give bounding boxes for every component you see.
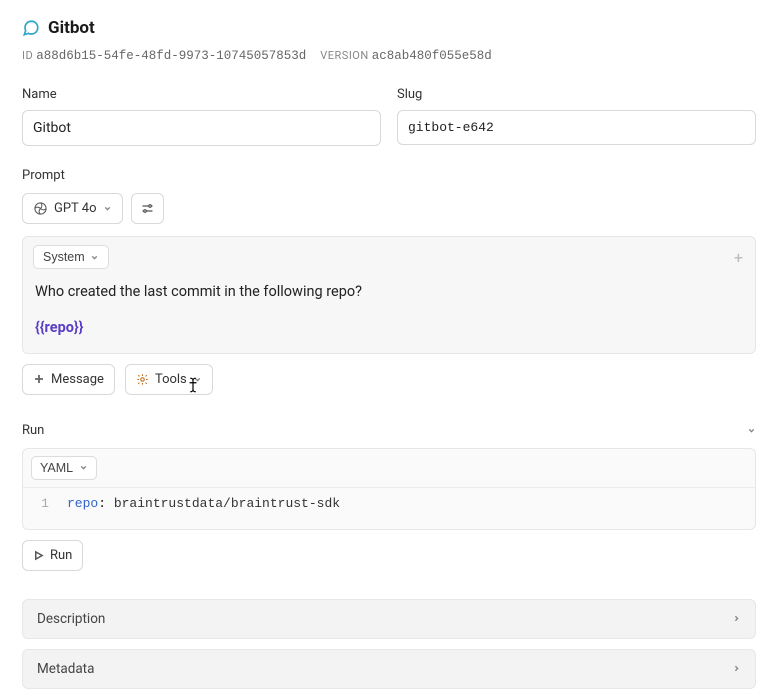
id-value: a88d6b15-54fe-48fd-9973-10745057853d [36, 49, 306, 63]
code-sep: : [98, 496, 114, 511]
model-select[interactable]: GPT 4o [22, 193, 123, 224]
model-label: GPT 4o [54, 201, 97, 216]
openai-icon [33, 201, 48, 216]
line-number: 1 [23, 496, 67, 511]
page-header: Gitbot [22, 18, 756, 38]
role-select[interactable]: System [33, 245, 109, 269]
code-editor[interactable]: 1 repo: braintrustdata/braintrust-sdk [23, 488, 755, 529]
role-label: System [43, 250, 85, 264]
description-label: Description [37, 611, 105, 627]
slug-input[interactable] [397, 110, 756, 145]
prompt-template-var: {{repo}} [35, 317, 743, 339]
add-message-label: Message [51, 372, 104, 387]
run-button[interactable]: Run [22, 540, 83, 571]
prompt-textarea[interactable]: Who created the last commit in the follo… [23, 277, 755, 353]
tools-button[interactable]: Tools [125, 364, 213, 395]
meta-row: ID a88d6b15-54fe-48fd-9973-10745057853d … [22, 48, 756, 63]
play-icon [33, 550, 44, 561]
metadata-accordion[interactable]: Metadata [22, 649, 756, 689]
add-message-button[interactable]: Message [22, 364, 115, 395]
chevron-down-icon [193, 375, 202, 384]
prompt-settings-button[interactable] [131, 193, 164, 224]
id-label: ID [22, 49, 33, 62]
gear-icon [136, 373, 149, 386]
language-select[interactable]: YAML [31, 456, 97, 480]
name-slug-row: Name Slug [22, 87, 756, 146]
code-key: repo [67, 496, 98, 511]
prompt-section: Prompt GPT 4o System [22, 168, 756, 395]
plus-icon [33, 373, 45, 385]
prompt-body: System + Who created the last commit in … [22, 236, 756, 354]
code-value: braintrustdata/braintrust-sdk [114, 496, 340, 511]
add-block-button[interactable]: + [734, 248, 745, 267]
version-label: VERSION [320, 49, 368, 62]
chevron-down-icon [90, 253, 99, 262]
name-input[interactable] [22, 110, 381, 146]
run-header: Run [22, 423, 756, 438]
tools-label: Tools [155, 372, 187, 387]
version-value: ac8ab480f055e58d [372, 49, 492, 63]
chevron-right-icon [732, 614, 741, 623]
page-title: Gitbot [48, 18, 95, 38]
prompt-text-content: Who created the last commit in the follo… [35, 283, 362, 300]
chevron-down-icon [79, 463, 88, 472]
chevron-down-icon[interactable] [747, 426, 756, 435]
run-code-box: YAML 1 repo: braintrustdata/braintrust-s… [22, 448, 756, 530]
chat-icon [22, 19, 40, 37]
language-label: YAML [40, 461, 73, 475]
name-label: Name [22, 87, 381, 102]
description-accordion[interactable]: Description [22, 599, 756, 639]
run-button-label: Run [50, 548, 72, 563]
sliders-icon [140, 201, 155, 216]
slug-label: Slug [397, 87, 756, 102]
code-content: repo: braintrustdata/braintrust-sdk [67, 496, 340, 511]
prompt-section-label: Prompt [22, 168, 756, 183]
metadata-label: Metadata [37, 661, 94, 677]
run-section-label: Run [22, 423, 44, 438]
chevron-down-icon [103, 204, 112, 213]
